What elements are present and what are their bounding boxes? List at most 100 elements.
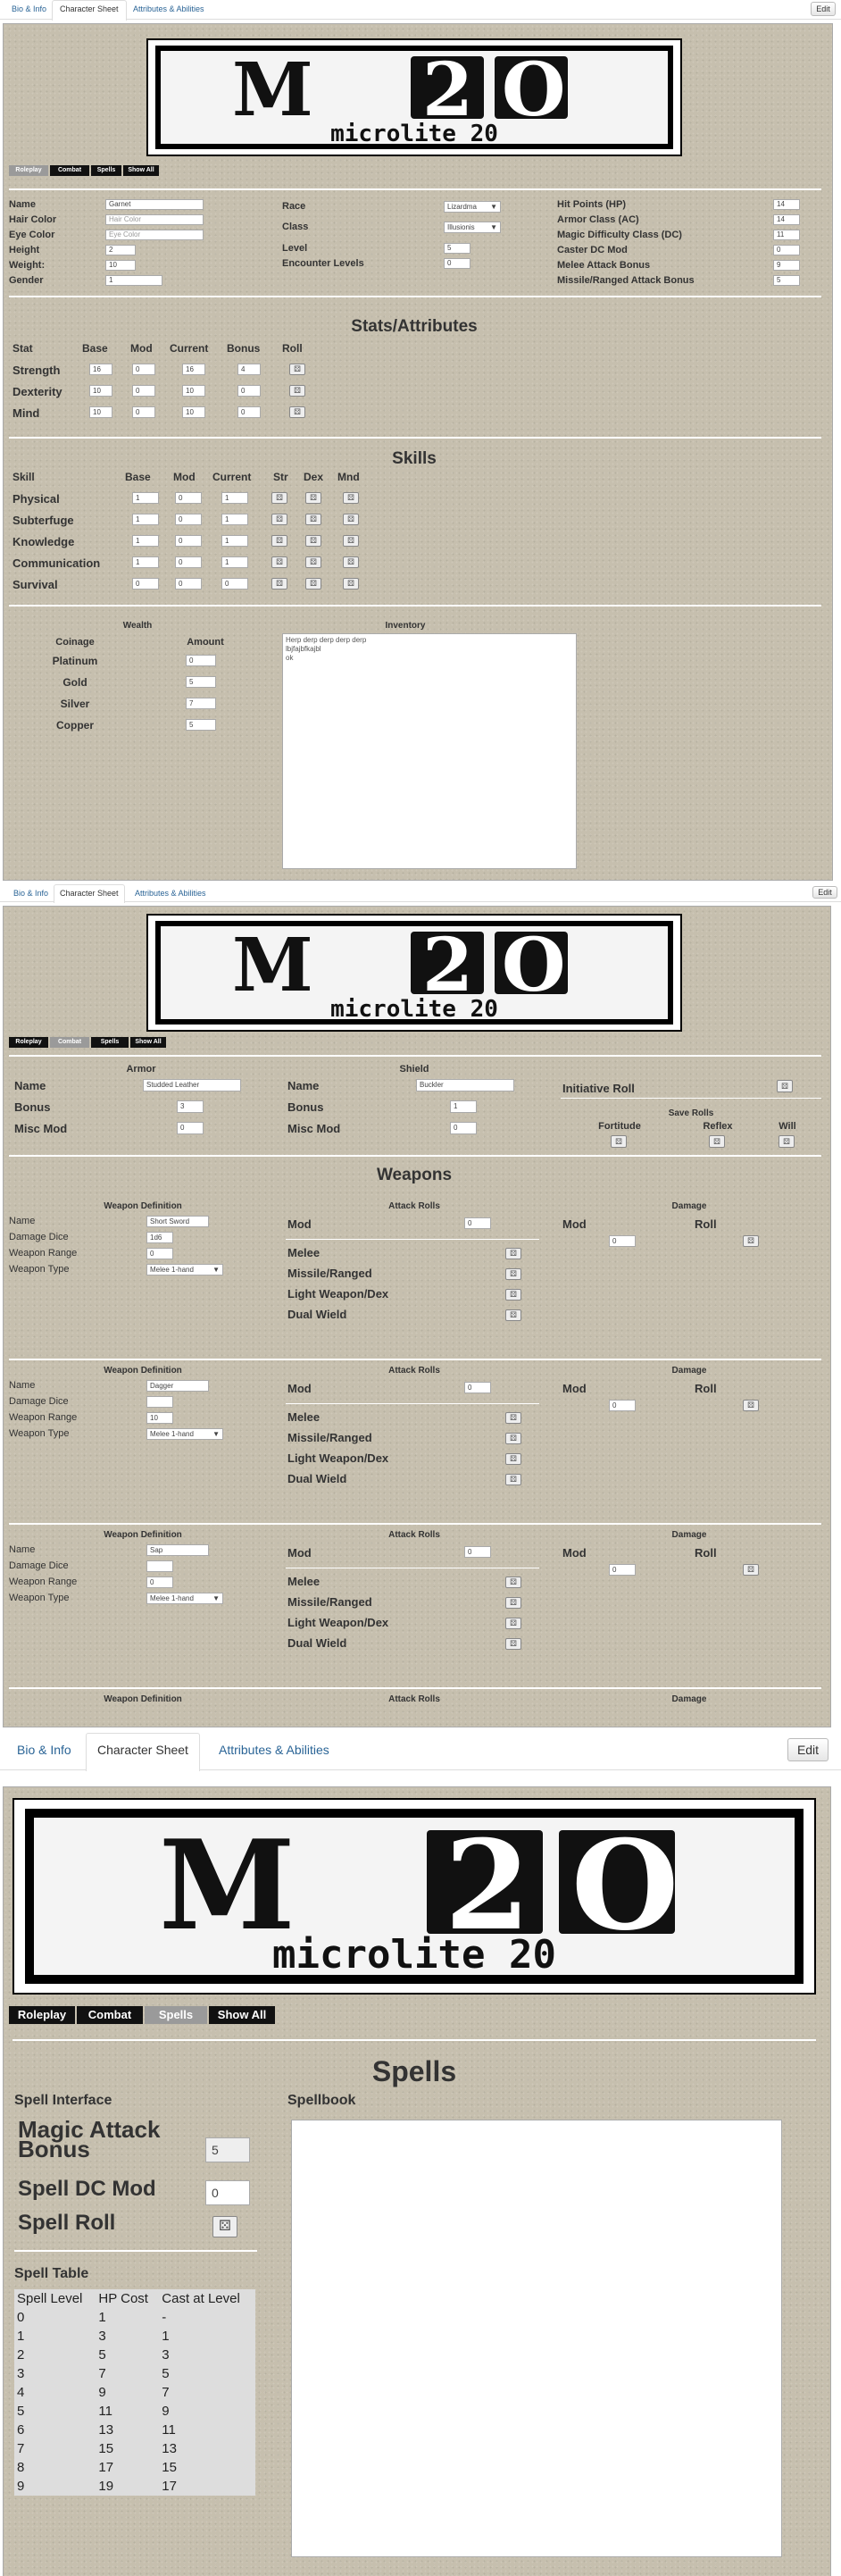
nav-spells-2[interactable]: Spells xyxy=(91,1037,129,1048)
dual-wield-roll-icon[interactable]: ⚄ xyxy=(505,1309,521,1321)
damage-dice-input[interactable] xyxy=(146,1560,173,1572)
skill-mnd-roll-icon[interactable]: ⚄ xyxy=(343,535,359,547)
hp-input[interactable]: 14 xyxy=(773,199,800,210)
skill-current-input[interactable]: 1 xyxy=(221,556,248,568)
tab-character-sheet-3[interactable]: Character Sheet xyxy=(86,1733,200,1771)
damage-roll-icon[interactable]: ⚄ xyxy=(743,1564,759,1576)
spell-dc-mod-input[interactable]: 0 xyxy=(205,2180,250,2205)
nav-show-all-3[interactable]: Show All xyxy=(209,2006,275,2024)
attack-mod-input[interactable]: 0 xyxy=(464,1546,491,1558)
light-weapon-roll-icon[interactable]: ⚄ xyxy=(505,1289,521,1301)
edit-button-3[interactable]: Edit xyxy=(787,1738,829,1761)
nav-roleplay-3[interactable]: Roleplay xyxy=(9,2006,75,2024)
weapon-name-input[interactable]: Sap xyxy=(146,1544,209,1556)
nav-show-all-2[interactable]: Show All xyxy=(130,1037,166,1048)
fortitude-roll-icon[interactable]: ⚄ xyxy=(611,1135,627,1148)
skill-base-input[interactable]: 0 xyxy=(132,578,159,590)
skill-current-input[interactable]: 1 xyxy=(221,492,248,504)
skill-str-roll-icon[interactable]: ⚄ xyxy=(271,556,287,568)
nav-roleplay-2[interactable]: Roleplay xyxy=(9,1037,48,1048)
gender-input[interactable]: 1 xyxy=(105,275,162,286)
stat-roll-dice-icon[interactable]: ⚄ xyxy=(289,406,305,418)
missile-roll-icon[interactable]: ⚄ xyxy=(505,1268,521,1280)
class-select[interactable]: Illusionis xyxy=(444,222,501,233)
nav-combat-2[interactable]: Combat xyxy=(50,1037,89,1048)
stat-roll-dice-icon[interactable]: ⚄ xyxy=(289,364,305,375)
damage-mod-input[interactable]: 0 xyxy=(609,1235,636,1247)
shield-misc-input[interactable]: 0 xyxy=(450,1122,477,1134)
missile-roll-icon[interactable]: ⚄ xyxy=(505,1433,521,1444)
tab-bio-info[interactable]: Bio & Info xyxy=(4,0,54,17)
tab-attributes-abilities-3[interactable]: Attributes & Abilities xyxy=(207,1733,341,1766)
skill-mnd-roll-icon[interactable]: ⚄ xyxy=(343,492,359,504)
coin-amount-input[interactable]: 0 xyxy=(186,655,216,666)
weapon-range-input[interactable]: 0 xyxy=(146,1248,173,1259)
skill-current-input[interactable]: 1 xyxy=(221,514,248,525)
melee-roll-icon[interactable]: ⚄ xyxy=(505,1412,521,1424)
coin-amount-input[interactable]: 5 xyxy=(186,676,216,688)
skill-base-input[interactable]: 1 xyxy=(132,535,159,547)
nav-spells[interactable]: Spells xyxy=(91,165,121,176)
armor-name-input[interactable]: Studded Leather xyxy=(143,1079,241,1091)
skill-mnd-roll-icon[interactable]: ⚄ xyxy=(343,514,359,525)
coin-amount-input[interactable]: 5 xyxy=(186,719,216,731)
hair-input[interactable]: Hair Color xyxy=(105,214,204,225)
tab-character-sheet[interactable]: Character Sheet xyxy=(52,0,127,21)
weapon-type-select[interactable]: Melee 1-hand xyxy=(146,1593,223,1604)
stat-bonus-input[interactable]: 0 xyxy=(237,406,261,418)
nav-roleplay[interactable]: Roleplay xyxy=(9,165,48,176)
caster-dc-input[interactable]: 0 xyxy=(773,245,800,255)
skill-base-input[interactable]: 1 xyxy=(132,556,159,568)
stat-roll-dice-icon[interactable]: ⚄ xyxy=(289,385,305,397)
stat-base-input[interactable]: 10 xyxy=(89,406,112,418)
skill-mod-input[interactable]: 0 xyxy=(175,556,202,568)
skill-str-roll-icon[interactable]: ⚄ xyxy=(271,492,287,504)
weapon-type-select[interactable]: Melee 1-hand xyxy=(146,1428,223,1440)
armor-bonus-input[interactable]: 3 xyxy=(177,1100,204,1113)
nav-spells-3[interactable]: Spells xyxy=(145,2006,207,2024)
melee-roll-icon[interactable]: ⚄ xyxy=(505,1248,521,1259)
spellbook-textarea[interactable] xyxy=(291,2120,782,2557)
tab-attributes-abilities-2[interactable]: Attributes & Abilities xyxy=(129,884,212,901)
damage-dice-input[interactable] xyxy=(146,1396,173,1408)
skill-mnd-roll-icon[interactable]: ⚄ xyxy=(343,556,359,568)
armor-misc-input[interactable]: 0 xyxy=(177,1122,204,1134)
skill-current-input[interactable]: 1 xyxy=(221,535,248,547)
eye-input[interactable]: Eye Color xyxy=(105,230,204,240)
stat-base-input[interactable]: 10 xyxy=(89,385,112,397)
tab-attributes-abilities[interactable]: Attributes & Abilities xyxy=(125,0,212,17)
ac-input[interactable]: 14 xyxy=(773,214,800,225)
spell-roll-icon[interactable]: ⚄ xyxy=(212,2216,237,2237)
height-input[interactable]: 2 xyxy=(105,245,136,255)
reflex-roll-icon[interactable]: ⚄ xyxy=(709,1135,725,1148)
will-roll-icon[interactable]: ⚄ xyxy=(779,1135,795,1148)
weapon-name-input[interactable]: Short Sword xyxy=(146,1216,209,1227)
name-input[interactable]: Garnet xyxy=(105,199,204,210)
shield-name-input[interactable]: Buckler xyxy=(416,1079,514,1091)
skill-dex-roll-icon[interactable]: ⚄ xyxy=(305,578,321,590)
tab-bio-info-2[interactable]: Bio & Info xyxy=(7,884,54,901)
stat-mod-input[interactable]: 0 xyxy=(132,364,155,375)
level-input[interactable]: 5 xyxy=(444,243,470,254)
missile-roll-icon[interactable]: ⚄ xyxy=(505,1597,521,1609)
tab-bio-info-3[interactable]: Bio & Info xyxy=(5,1733,83,1766)
light-weapon-roll-icon[interactable]: ⚄ xyxy=(505,1618,521,1629)
skill-str-roll-icon[interactable]: ⚄ xyxy=(271,514,287,525)
skill-dex-roll-icon[interactable]: ⚄ xyxy=(305,535,321,547)
shield-bonus-input[interactable]: 1 xyxy=(450,1100,477,1113)
attack-mod-input[interactable]: 0 xyxy=(464,1382,491,1393)
skill-mod-input[interactable]: 0 xyxy=(175,514,202,525)
dual-wield-roll-icon[interactable]: ⚄ xyxy=(505,1638,521,1650)
damage-mod-input[interactable]: 0 xyxy=(609,1564,636,1576)
missile-bonus-input[interactable]: 5 xyxy=(773,275,800,286)
skill-mod-input[interactable]: 0 xyxy=(175,535,202,547)
stat-current-input[interactable]: 10 xyxy=(182,385,205,397)
skill-dex-roll-icon[interactable]: ⚄ xyxy=(305,556,321,568)
melee-roll-icon[interactable]: ⚄ xyxy=(505,1577,521,1588)
nav-show-all[interactable]: Show All xyxy=(123,165,159,176)
edit-button[interactable]: Edit xyxy=(811,2,836,16)
skill-current-input[interactable]: 0 xyxy=(221,578,248,590)
damage-dice-input[interactable]: 1d6 xyxy=(146,1232,173,1243)
stat-mod-input[interactable]: 0 xyxy=(132,406,155,418)
coin-amount-input[interactable]: 7 xyxy=(186,698,216,709)
